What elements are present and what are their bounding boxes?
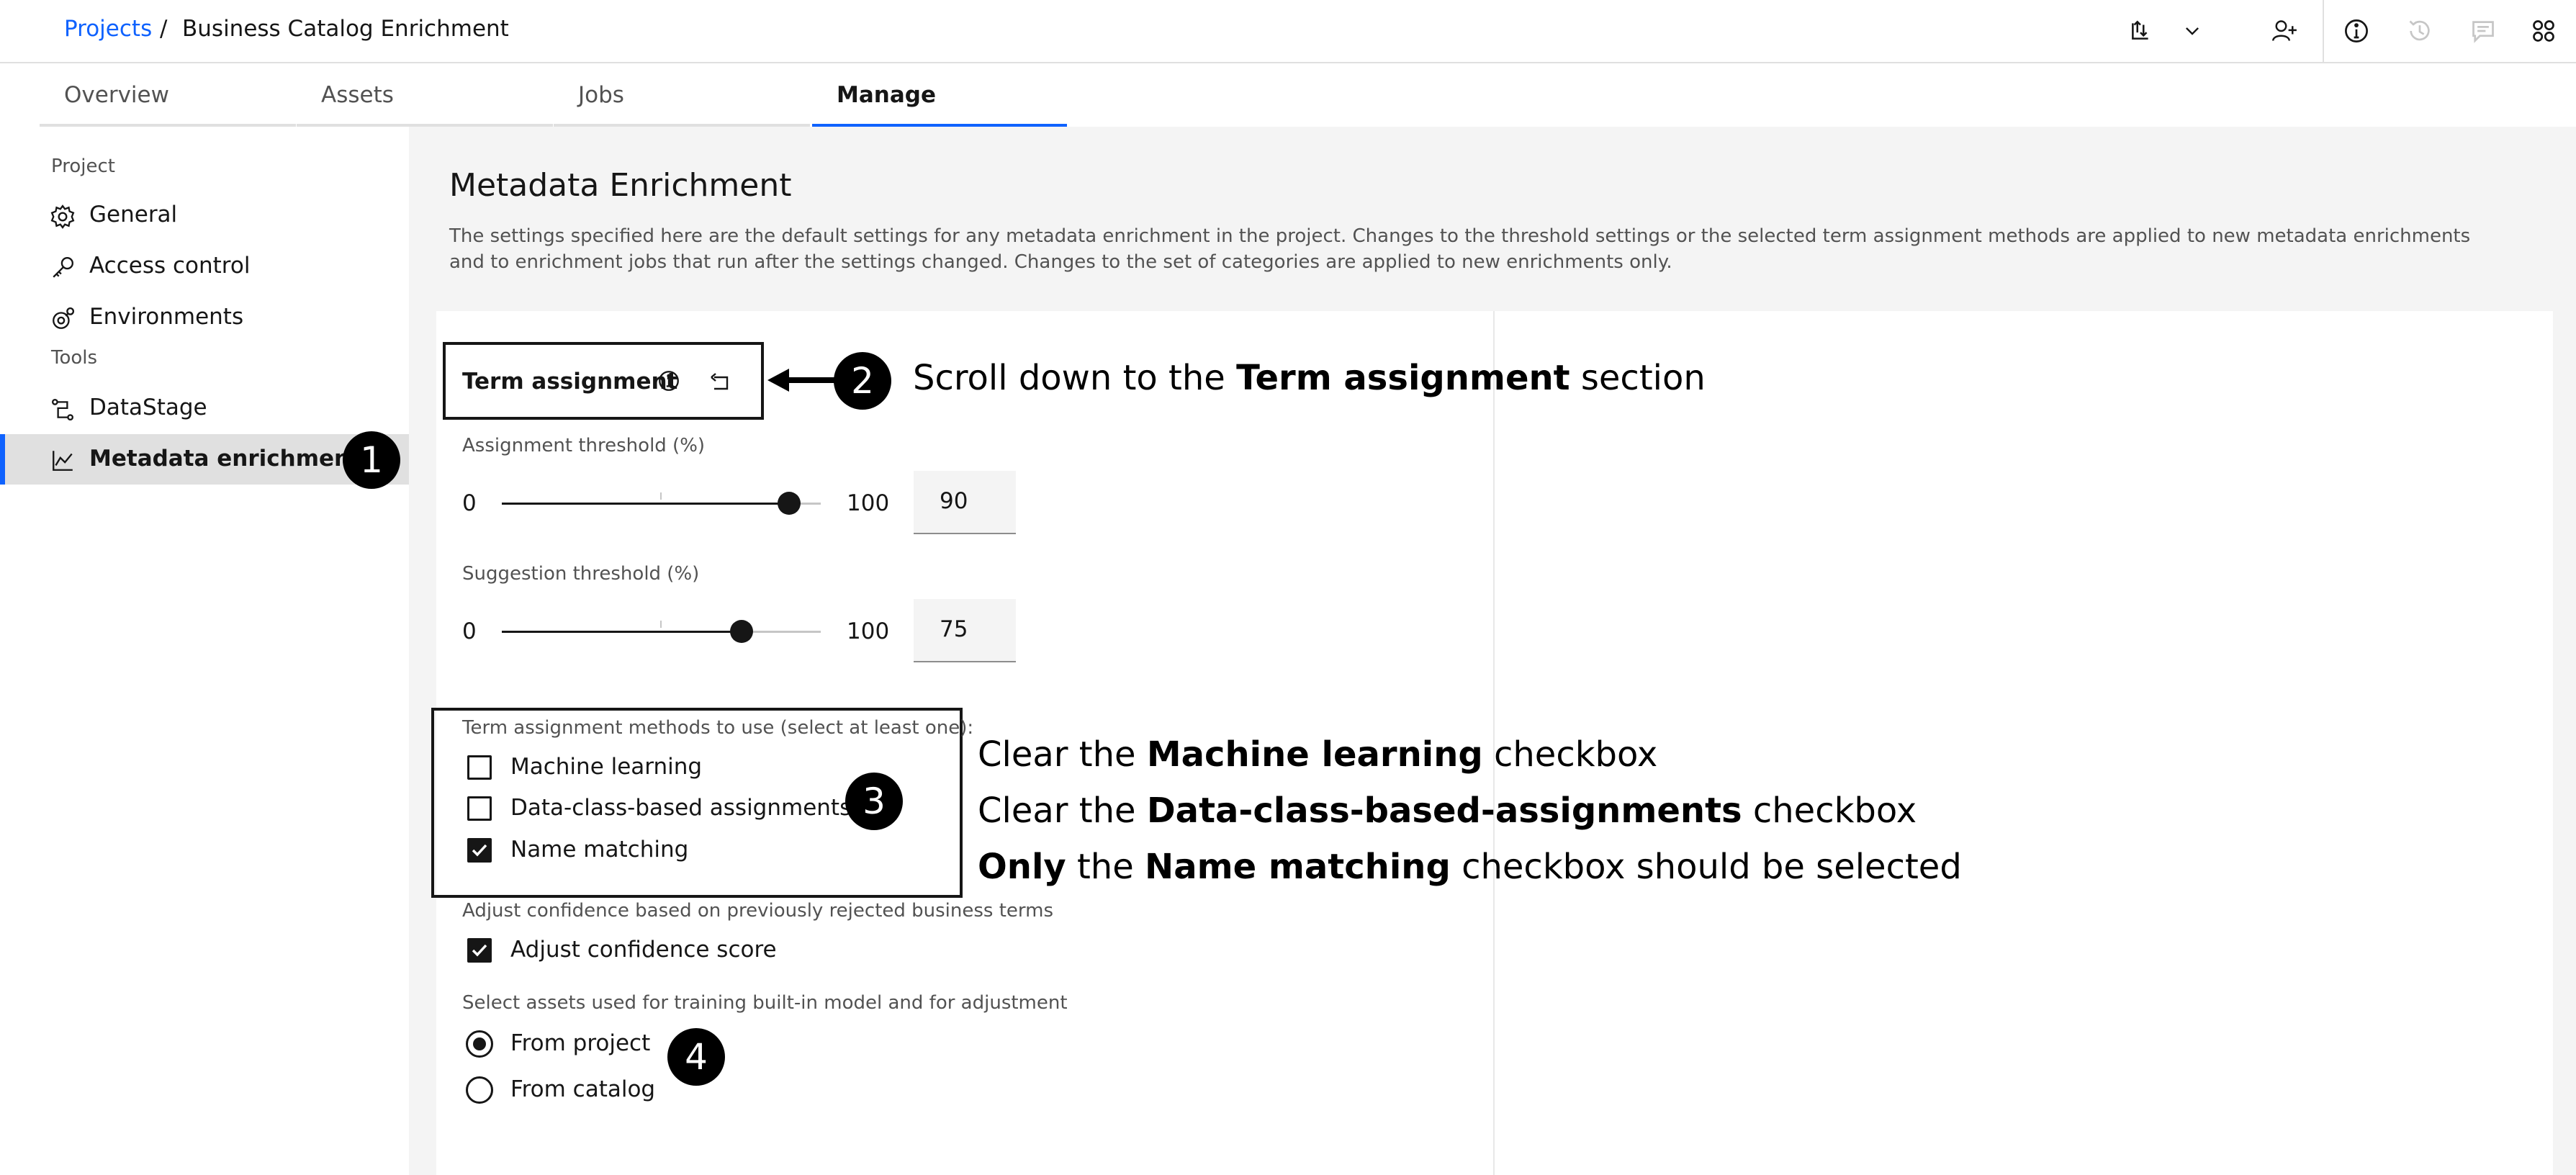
sidebar-section-tools: Tools [51,347,98,369]
callout-step-2: Scroll down to the Term assignment secti… [913,358,1706,398]
assignment-threshold-label: Assignment threshold (%) [462,435,706,456]
sidebar-item-label: DataStage [89,395,207,420]
breadcrumb-current-project: Business Catalog Enrichment [182,16,509,42]
callout-step-3b: Clear the Data-class-based-assignments c… [978,791,1917,831]
tab-jobs-label: Jobs [578,82,624,108]
key-icon [50,256,75,280]
step-badge-3: 3 [845,773,903,830]
chevron-down-icon[interactable] [2176,14,2209,48]
comment-icon[interactable] [2467,14,2500,48]
assignment-threshold-input[interactable]: 90 [914,471,1016,534]
machine-learning-checkbox[interactable] [467,755,492,780]
chart-line-icon [50,449,75,473]
sidebar-section-project: Project [51,156,115,177]
arrow-pointer-icon [767,366,842,395]
apps-icon[interactable] [2527,14,2560,48]
from-catalog-label: From catalog [510,1076,656,1102]
environment-icon [50,307,75,331]
tab-manage[interactable]: Manage [812,63,1067,127]
step-badge-1: 1 [343,431,400,489]
slider-midpoint-tick [660,621,662,628]
info-icon[interactable] [2340,14,2373,48]
tab-overview[interactable]: Overview [40,63,296,127]
tab-manage-label: Manage [837,82,936,108]
sidebar-item-label: General [89,202,178,228]
sidebar-item-label: Access control [89,253,251,279]
sidebar-item-environments[interactable]: Environments [0,292,409,343]
upload-icon[interactable] [2124,14,2157,48]
active-indicator [0,434,5,485]
suggestion-slider-max: 100 [847,618,890,644]
methods-label: Term assignment methods to use (select a… [462,717,974,739]
data-class-checkbox[interactable] [467,796,492,821]
adjust-confidence-label: Adjust confidence based on previously re… [462,900,1054,922]
tab-bar: Overview Assets Jobs Manage [0,63,2576,127]
from-project-radio[interactable] [466,1030,493,1058]
step-badge-2: 2 [834,352,891,410]
adjust-confidence-checkbox[interactable] [467,938,492,963]
sidebar-item-label: Environments [89,304,244,330]
from-catalog-radio[interactable] [466,1076,493,1104]
assignment-slider-min: 0 [462,490,477,516]
sidebar-item-datastage[interactable]: DataStage [0,383,409,433]
sidebar-item-label: Metadata enrichment [89,446,361,472]
slider-midpoint-tick [660,492,662,500]
adjust-confidence-option-label: Adjust confidence score [510,937,777,963]
data-class-label: Data-class-based assignments [510,795,852,821]
header-divider [2323,0,2324,62]
suggestion-slider-thumb[interactable] [730,620,753,643]
breadcrumb-projects-link[interactable]: Projects [64,16,152,42]
callout-step-3a: Clear the Machine learning checkbox [978,734,1658,775]
info-icon[interactable] [657,369,681,393]
tab-assets-label: Assets [321,82,394,108]
name-matching-checkbox[interactable] [467,838,492,863]
term-assignment-title: Term assignment [462,369,678,395]
training-assets-label: Select assets used for training built-in… [462,992,1068,1014]
tab-assets[interactable]: Assets [297,63,553,127]
assignment-slider-thumb[interactable] [778,492,801,515]
name-matching-label: Name matching [510,837,689,863]
suggestion-threshold-input[interactable]: 75 [914,599,1016,662]
suggestion-slider-fill [502,631,742,633]
step-badge-4: 4 [667,1028,725,1086]
assignment-slider-fill [502,503,789,505]
page-title: Metadata Enrichment [449,167,792,204]
gear-icon [50,204,75,229]
breadcrumb-separator: / [160,16,168,42]
sidebar-item-access-control[interactable]: Access control [0,241,409,292]
datastage-icon [50,397,75,422]
machine-learning-label: Machine learning [510,754,703,780]
tab-overview-label: Overview [64,82,169,108]
suggestion-threshold-label: Suggestion threshold (%) [462,563,700,585]
page-description: The settings specified here are the defa… [449,225,2471,273]
from-project-label: From project [510,1030,651,1056]
sidebar-item-general[interactable]: General [0,190,409,240]
history-icon[interactable] [2403,14,2436,48]
assignment-slider-max: 100 [847,490,890,516]
add-user-icon[interactable] [2268,14,2301,48]
suggestion-slider-min: 0 [462,618,477,644]
reset-icon[interactable] [708,370,731,393]
callout-step-3c: Only the Name matching checkbox should b… [978,847,1962,887]
tab-jobs[interactable]: Jobs [554,63,810,127]
